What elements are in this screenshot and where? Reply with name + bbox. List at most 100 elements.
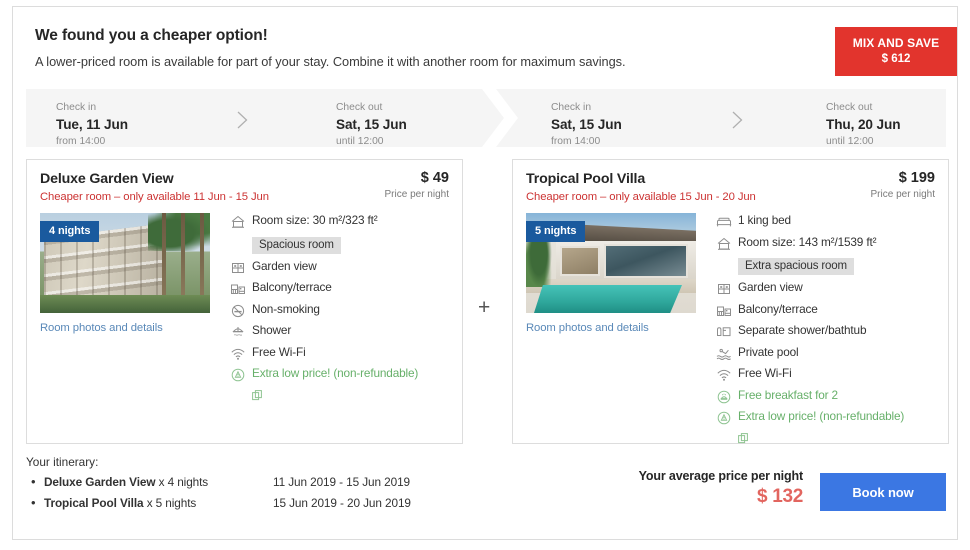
bathtub-icon [716, 324, 738, 340]
nights-badge: 4 nights [40, 221, 100, 242]
amenity-row: Garden view [716, 280, 951, 297]
amenity-row: Free Wi-Fi [716, 366, 951, 383]
footer: Your itinerary: Deluxe Garden View x 4 n… [26, 455, 946, 517]
shower-icon [230, 324, 252, 340]
chevron-right-icon-2 [731, 111, 744, 129]
itinerary-list: Deluxe Garden View x 4 nights 11 Jun 201… [26, 474, 946, 510]
breakfast-icon [716, 389, 738, 405]
copy-icon[interactable] [738, 431, 951, 449]
amenity-label: Private pool [738, 344, 799, 359]
amenity-row: Non-smoking [230, 302, 465, 319]
room-size-tag: Spacious room [252, 236, 341, 254]
non-smoking-icon [230, 303, 252, 319]
room-photo[interactable]: 5 nights [526, 213, 696, 313]
list-item: Tropical Pool Villa x 5 nights 15 Jun 20… [31, 495, 946, 510]
itinerary-nights: x 4 nights [158, 475, 209, 489]
checkout-label: Check out [826, 102, 873, 113]
itinerary-title: Your itinerary: [26, 455, 99, 469]
timeline-checkin-1: Check in Tue, 11 Jun from 14:00 [56, 101, 128, 148]
balcony-icon [716, 303, 738, 319]
room-photo-column: 5 nights Room photos and details [526, 213, 696, 334]
room-card-deluxe-garden-view[interactable]: Deluxe Garden View Cheaper room – only a… [26, 159, 463, 444]
amenity-label: Separate shower/bathtub [738, 323, 867, 337]
balcony-icon [230, 281, 252, 297]
average-price-block: Your average price per night $ 132 [638, 469, 804, 508]
amenities-list: 1 king bed Room size: 143 m²/1539 ft² Ex… [716, 213, 951, 449]
room-price: $ 49 [420, 170, 449, 186]
mix-and-save-page: We found you a cheaper option! A lower-p… [0, 0, 970, 550]
itinerary-date-range: 11 Jun 2019 - 15 Jun 2019 [273, 475, 410, 489]
amenity-row: Garden view [230, 259, 465, 276]
amenity-row-highlight: Free breakfast for 2 [716, 388, 951, 405]
page-subtitle: A lower-priced room is available for par… [35, 54, 626, 69]
room-photos-and-details-link[interactable]: Room photos and details [40, 322, 210, 334]
mix-and-save-title: MIX AND SAVE [852, 36, 940, 50]
window-icon [716, 281, 738, 297]
info-circle-icon [230, 367, 252, 383]
amenity-label: Free breakfast for 2 [738, 387, 838, 402]
copy-icon[interactable] [252, 388, 465, 406]
amenity-row: Balcony/terrace [230, 280, 465, 297]
amenity-label: Free Wi-Fi [738, 366, 792, 380]
mix-and-save-badge[interactable]: MIX AND SAVE $ 612 [835, 27, 957, 77]
checkin-time: from 14:00 [56, 135, 106, 147]
amenity-label: Extra low price! (non-refundable) [252, 366, 419, 380]
room-size-icon [716, 236, 738, 252]
room-price-label: Price per night [384, 189, 449, 200]
room-card-tropical-pool-villa[interactable]: Tropical Pool Villa Cheaper room – only … [512, 159, 949, 444]
room-price-label: Price per night [870, 189, 935, 200]
room-price: $ 199 [898, 170, 935, 186]
amenity-label: Extra low price! (non-refundable) [738, 409, 905, 423]
checkout-time: until 12:00 [826, 135, 874, 147]
checkin-date: Tue, 11 Jun [56, 116, 128, 132]
amenity-label: Garden view [252, 258, 317, 273]
room-card-header: Tropical Pool Villa Cheaper room – only … [526, 170, 935, 207]
timeline-checkout-2: Check out Thu, 20 Jun until 12:00 [826, 101, 901, 148]
amenities-list: Room size: 30 m²/323 ft² Spacious room G… [230, 213, 465, 406]
amenity-label: Balcony/terrace [252, 280, 332, 294]
room-photos-and-details-link[interactable]: Room photos and details [526, 322, 696, 334]
timeline-checkout-1: Check out Sat, 15 Jun until 12:00 [336, 101, 407, 148]
chevron-right-icon-1 [236, 111, 249, 129]
amenity-label: Room size: 30 m²/323 ft² [252, 213, 378, 227]
pool-icon [716, 346, 738, 362]
amenity-row: Room size: 143 m²/1539 ft² [716, 235, 951, 252]
bed-icon [716, 214, 738, 230]
amenity-row: Separate shower/bathtub [716, 323, 951, 340]
checkout-label: Check out [336, 102, 383, 113]
header: We found you a cheaper option! A lower-p… [13, 7, 957, 77]
itinerary-room-name: Tropical Pool Villa [44, 496, 144, 510]
checkin-time: from 14:00 [551, 135, 601, 147]
room-size-icon [230, 214, 252, 230]
itinerary-date-range: 15 Jun 2019 - 20 Jun 2019 [273, 496, 411, 510]
amenity-label: Shower [252, 323, 292, 337]
checkin-label: Check in [56, 102, 97, 113]
amenity-row: 1 king bed [716, 213, 951, 230]
window-icon [230, 260, 252, 276]
mix-and-save-amount: $ 612 [881, 53, 911, 65]
page-title: We found you a cheaper option! [35, 27, 268, 44]
checkout-time: until 12:00 [336, 135, 384, 147]
amenity-label: Garden view [738, 280, 803, 294]
average-price-label: Your average price per night [638, 469, 804, 483]
amenity-row: Room size: 30 m²/323 ft² [230, 213, 465, 230]
room-price-box: $ 199 Price per night [871, 170, 935, 200]
list-item: Deluxe Garden View x 4 nights 11 Jun 201… [31, 474, 946, 489]
checkin-date: Sat, 15 Jun [551, 116, 622, 132]
room-price-box: $ 49 Price per night [385, 170, 449, 200]
itinerary-room-name: Deluxe Garden View [44, 475, 156, 489]
wifi-icon [230, 346, 252, 362]
room-photo[interactable]: 4 nights [40, 213, 210, 313]
plus-separator: + [478, 296, 491, 319]
room-card-header: Deluxe Garden View Cheaper room – only a… [40, 170, 449, 207]
amenity-label: Free Wi-Fi [252, 344, 306, 359]
book-now-button[interactable]: Book now [820, 473, 946, 511]
checkout-date: Thu, 20 Jun [826, 116, 901, 132]
checkin-label: Check in [551, 102, 592, 113]
amenity-row: Free Wi-Fi [230, 345, 465, 362]
amenity-label: Balcony/terrace [738, 301, 818, 316]
amenity-row: Private pool [716, 345, 951, 362]
stay-timeline: Check in Tue, 11 Jun from 14:00 Check ou… [26, 89, 946, 147]
room-tag-row: Spacious room [252, 235, 465, 254]
average-price-amount: $ 132 [756, 486, 803, 507]
